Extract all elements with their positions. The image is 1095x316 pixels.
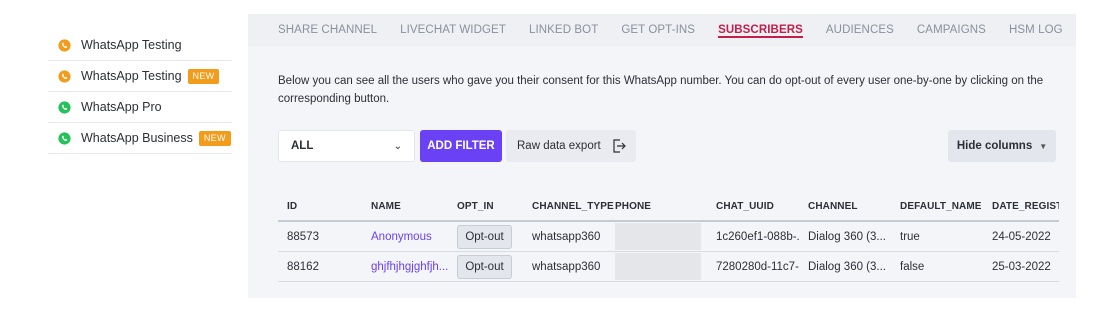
cell-chat-uuid: 7280280d-11c7-... [716, 260, 799, 273]
export-icon [611, 138, 627, 154]
tab-get-opt-ins[interactable]: GET OPT-INS [621, 14, 695, 46]
column-header-opt-in[interactable]: OPT_IN [454, 201, 523, 212]
cell-opt-in: Opt-out [454, 254, 523, 279]
cell-name: Anonymous [362, 231, 454, 243]
cell-channel: Dialog 360 (3... [808, 260, 886, 273]
subscriber-name-link[interactable]: ghjfhjhgjghfjh... [371, 261, 448, 273]
subscribers-table: ID NAME OPT_IN CHANNEL_TYPE PHONE CHAT_U… [278, 192, 1059, 282]
filter-select-value: ALL [291, 140, 314, 152]
new-badge: NEW [198, 130, 231, 146]
cell-opt-in: Opt-out [454, 224, 523, 249]
opt-out-button[interactable]: Opt-out [457, 254, 512, 279]
subscriber-name-link[interactable]: Anonymous [371, 231, 432, 243]
cell-channel: Dialog 360 (3... [808, 230, 886, 243]
column-header-default-name[interactable]: DEFAULT_NAME [891, 201, 983, 212]
cell-chat-uuid: 1c260ef1-088b-... [716, 230, 799, 243]
subscribers-panel: SHARE CHANNEL LIVECHAT WIDGET LINKED BOT… [248, 14, 1076, 298]
sidebar-item-whatsapp-testing-new[interactable]: WhatsApp Testing NEW [48, 61, 232, 92]
sidebar-item-whatsapp-business[interactable]: WhatsApp Business NEW [48, 123, 232, 154]
whatsapp-green-icon [58, 131, 71, 145]
table-header-row: ID NAME OPT_IN CHANNEL_TYPE PHONE CHAT_U… [278, 192, 1059, 222]
column-header-id[interactable]: ID [278, 201, 362, 212]
tab-campaigns[interactable]: CAMPAIGNS [917, 14, 986, 46]
whatsapp-orange-icon [58, 69, 71, 83]
chevron-down-icon: ⌄ [393, 140, 402, 152]
phone-redacted [615, 223, 701, 250]
hide-columns-label: Hide columns [956, 140, 1033, 152]
subscribers-toolbar: ALL ⌄ ADD FILTER Raw data export Hide co… [278, 130, 1058, 164]
cell-date-registered: 24-05-2022 [992, 230, 1051, 243]
sidebar-item-label: WhatsApp Testing [81, 38, 182, 52]
cell-phone [614, 253, 707, 280]
cell-id: 88162 [287, 260, 319, 273]
channel-tabs: SHARE CHANNEL LIVECHAT WIDGET LINKED BOT… [248, 14, 1076, 46]
cell-default-name: true [900, 230, 920, 243]
caret-down-icon: ▼ [1039, 141, 1048, 151]
cell-default-name: false [900, 260, 925, 273]
cell-phone [614, 223, 707, 250]
subscribers-description: Below you can see all the users who gave… [278, 75, 1044, 105]
tab-audiences[interactable]: AUDIENCES [826, 14, 894, 46]
column-header-name[interactable]: NAME [362, 201, 454, 212]
table-row: 88573 Anonymous Opt-out whatsapp360 1c26… [278, 222, 1059, 252]
export-label: Raw data export [517, 140, 601, 152]
cell-channel-type: whatsapp360 [532, 260, 601, 273]
phone-redacted [615, 253, 701, 280]
sidebar-item-label: WhatsApp Pro [81, 100, 162, 114]
tab-subscribers[interactable]: SUBSCRIBERS [718, 14, 803, 46]
whatsapp-orange-icon [58, 38, 71, 52]
cell-id: 88573 [287, 230, 319, 243]
channel-sidebar: WhatsApp Testing WhatsApp Testing NEW Wh… [48, 30, 232, 154]
opt-out-button[interactable]: Opt-out [457, 224, 512, 249]
new-badge: NEW [187, 68, 220, 84]
tab-hsm-log[interactable]: HSM LOG [1009, 14, 1063, 46]
cell-channel-type: whatsapp360 [532, 230, 601, 243]
add-filter-button[interactable]: ADD FILTER [420, 130, 502, 162]
column-header-channel[interactable]: CHANNEL [799, 201, 891, 212]
cell-date-registered: 25-03-2022 [992, 260, 1051, 273]
column-header-chat-uuid[interactable]: CHAT_UUID [707, 201, 799, 212]
column-header-channel-type[interactable]: CHANNEL_TYPE [523, 201, 614, 212]
raw-data-export-button[interactable]: Raw data export [506, 130, 636, 162]
sidebar-item-label: WhatsApp Business [81, 131, 193, 145]
hide-columns-button[interactable]: Hide columns ▼ [948, 130, 1056, 162]
sidebar-item-label: WhatsApp Testing [81, 69, 182, 83]
column-header-date-registered[interactable]: DATE_REGIST [983, 201, 1059, 212]
tab-livechat-widget[interactable]: LIVECHAT WIDGET [400, 14, 506, 46]
sidebar-item-whatsapp-pro[interactable]: WhatsApp Pro [48, 92, 232, 123]
tab-share-channel[interactable]: SHARE CHANNEL [278, 14, 377, 46]
tab-linked-bot[interactable]: LINKED BOT [529, 14, 598, 46]
cell-name: ghjfhjhgjghfjh... [362, 261, 454, 273]
sidebar-item-whatsapp-testing[interactable]: WhatsApp Testing [48, 30, 232, 61]
table-row: 88162 ghjfhjhgjghfjh... Opt-out whatsapp… [278, 252, 1059, 282]
filter-select[interactable]: ALL ⌄ [278, 130, 415, 162]
column-header-phone[interactable]: PHONE [614, 201, 707, 212]
whatsapp-green-icon [58, 100, 71, 114]
